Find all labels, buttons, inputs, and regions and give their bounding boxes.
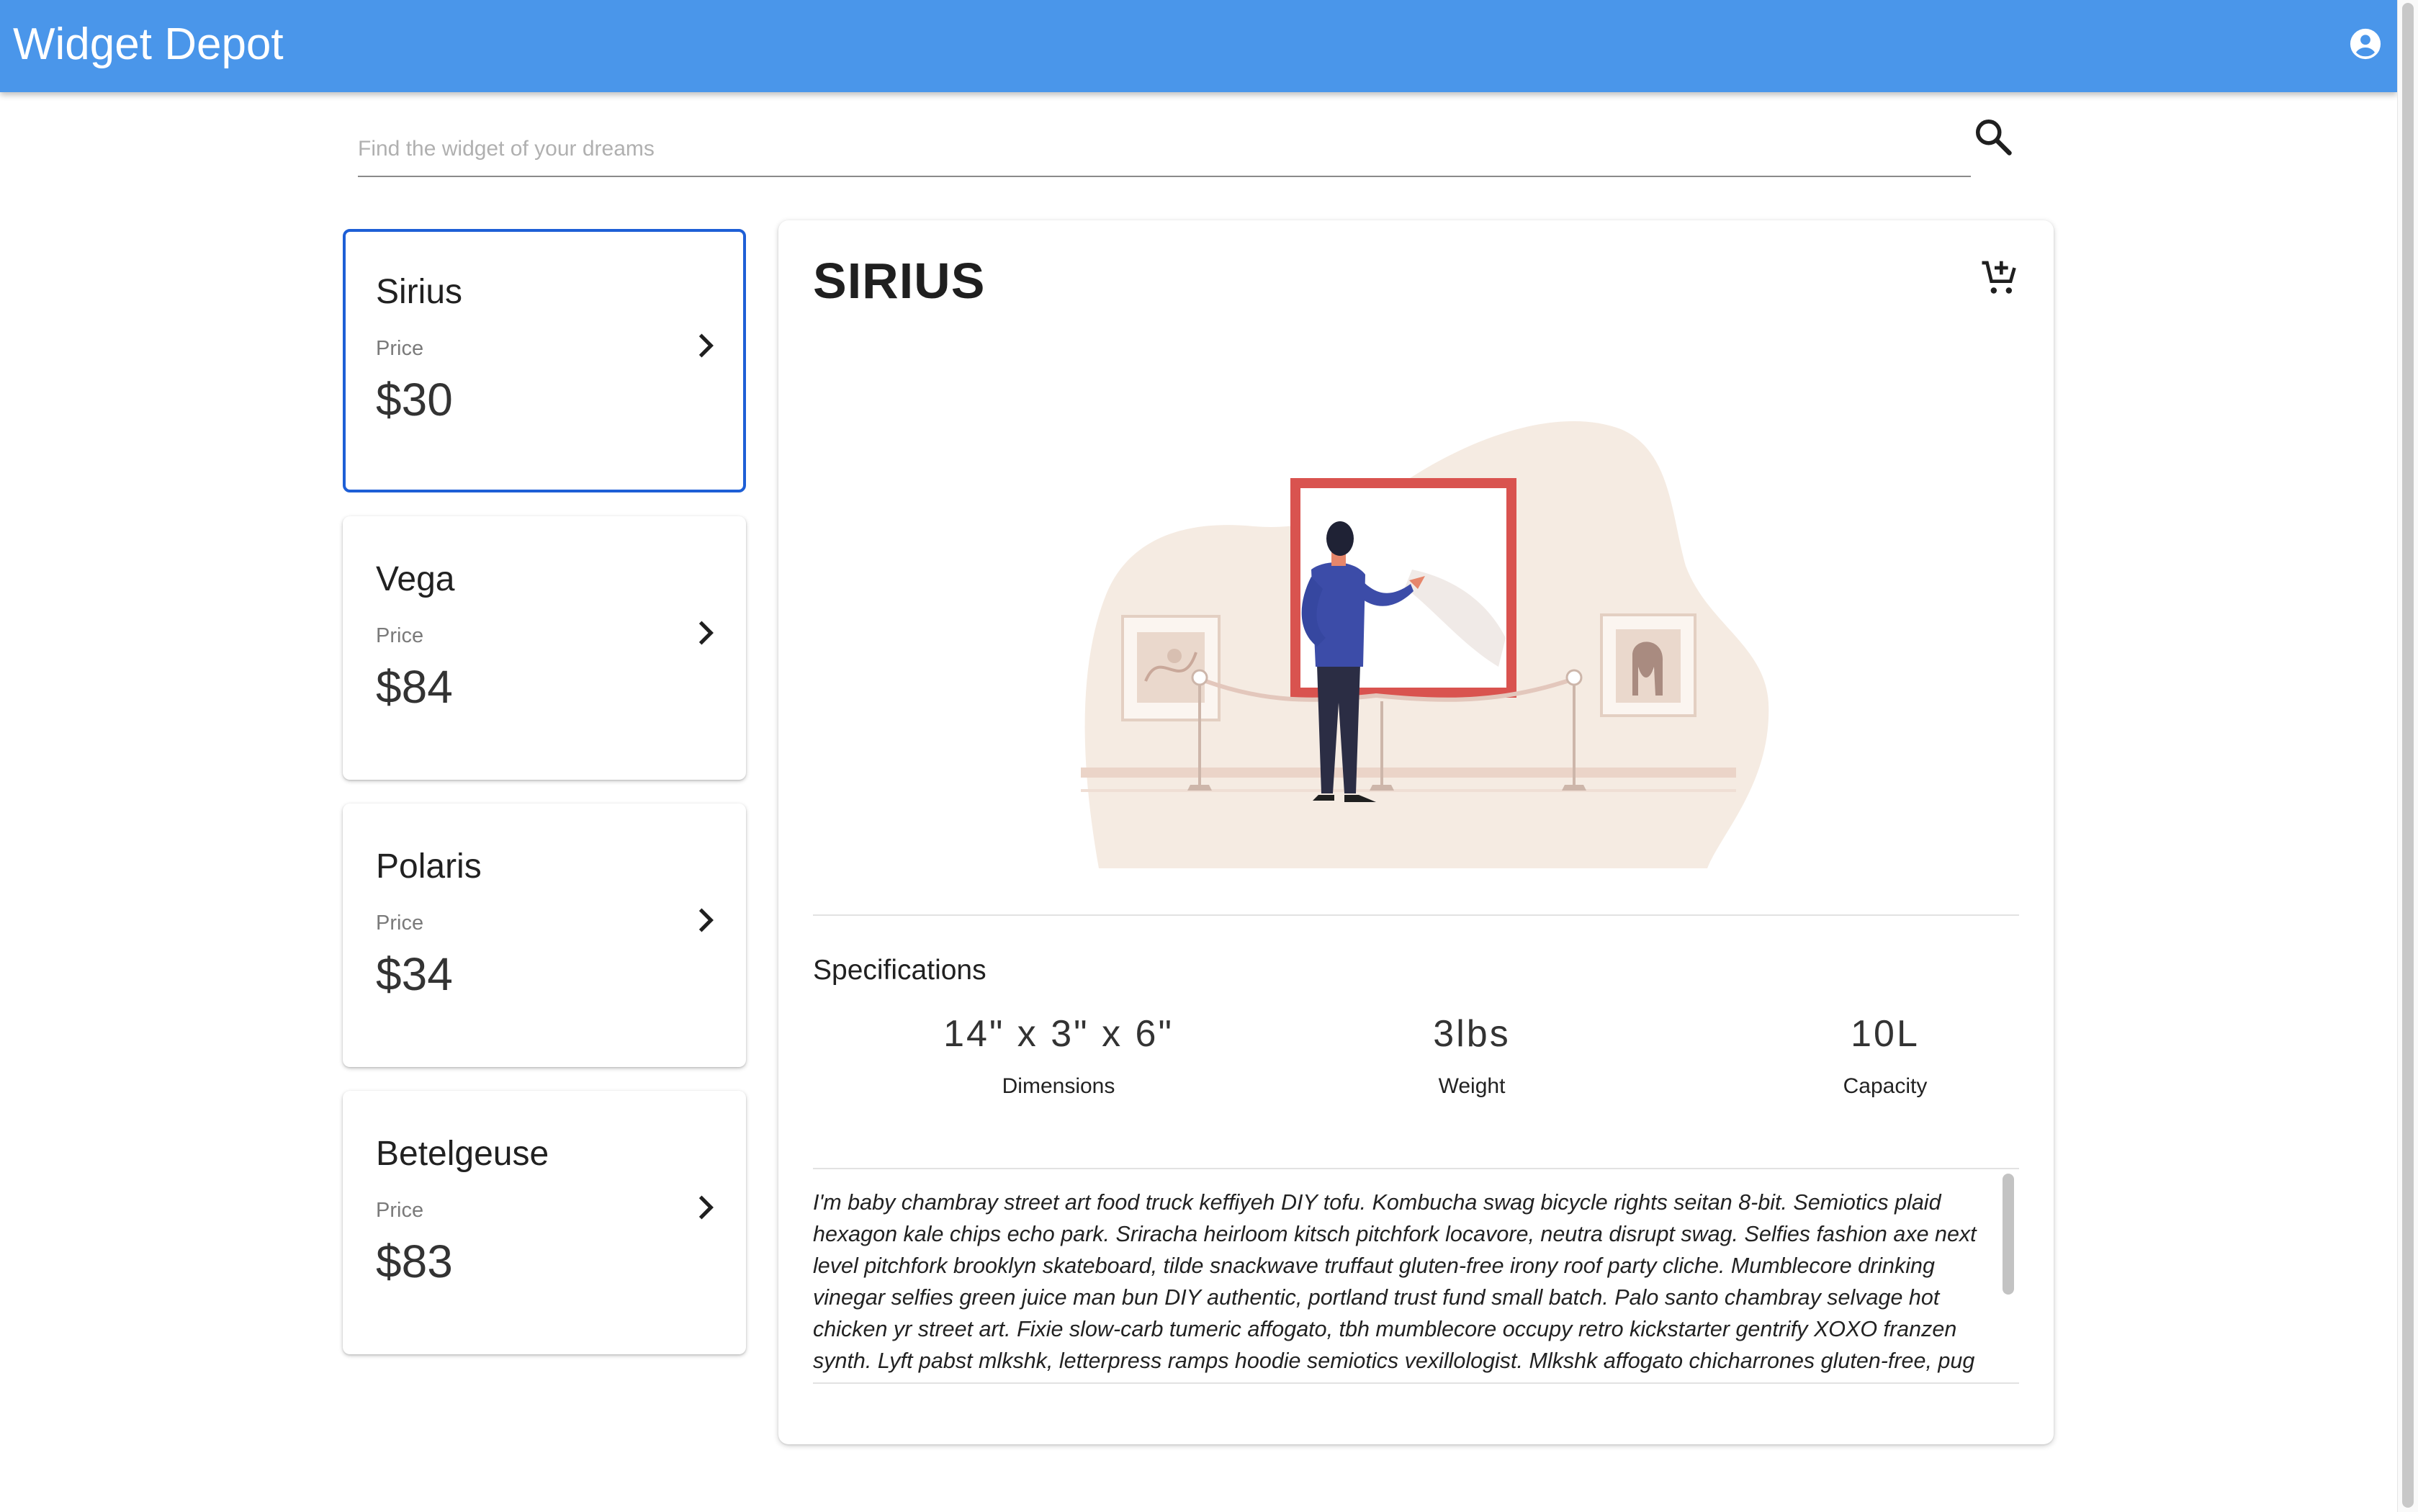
product-card-betelgeuse[interactable]: Betelgeuse Price $83 (343, 1091, 746, 1354)
spec-label: Capacity (1843, 1074, 1928, 1098)
spec-dimensions: 14" x 3" x 6" Dimensions (857, 1012, 1260, 1099)
spec-value: 3lbs (1433, 1013, 1511, 1055)
chevron-right-icon[interactable] (690, 1192, 722, 1223)
price-label: Price (376, 912, 424, 935)
product-price: $34 (376, 948, 453, 1000)
product-name: Vega (376, 560, 455, 598)
description-scrollbar-thumb[interactable] (2003, 1174, 2014, 1295)
product-name: Sirius (376, 273, 463, 311)
search-input[interactable] (358, 122, 1971, 177)
spec-value: 10L (1851, 1013, 1920, 1055)
app-bar: Widget Depot (0, 0, 2397, 92)
page-scrollbar-thumb[interactable] (2402, 3, 2414, 1508)
product-title: SIRIUS (813, 253, 986, 309)
product-name: Polaris (376, 847, 482, 886)
product-card-sirius[interactable]: Sirius Price $30 (343, 229, 746, 492)
search-icon[interactable] (1972, 115, 2015, 158)
product-name: Betelgeuse (376, 1135, 549, 1173)
product-price: $30 (376, 374, 453, 426)
chevron-right-icon[interactable] (690, 330, 722, 361)
price-label: Price (376, 624, 424, 647)
product-description: I'm baby chambray street art food truck … (813, 1190, 1977, 1382)
price-label: Price (376, 337, 424, 360)
add-to-cart-icon[interactable] (1979, 258, 2020, 298)
spec-value: 14" x 3" x 6" (943, 1013, 1174, 1055)
specifications-heading: Specifications (813, 955, 986, 986)
section-divider (813, 914, 2019, 916)
chevron-right-icon[interactable] (690, 617, 722, 649)
chevron-right-icon[interactable] (690, 904, 722, 936)
product-price: $84 (376, 661, 453, 713)
spec-label: Dimensions (1002, 1074, 1115, 1098)
spec-capacity: 10L Capacity (1684, 1012, 2087, 1099)
app-title: Widget Depot (13, 19, 284, 69)
spec-weight: 3lbs Weight (1270, 1012, 1673, 1099)
product-detail-panel: SIRIUS Specifications 14" x 3" x 6" Dime… (778, 220, 2054, 1444)
spec-label: Weight (1438, 1074, 1506, 1098)
description-scroll-area[interactable]: I'm baby chambray street art food truck … (813, 1168, 2019, 1384)
product-card-polaris[interactable]: Polaris Price $34 (343, 804, 746, 1067)
product-price: $83 (376, 1236, 453, 1287)
art-gallery-illustration (1081, 420, 1769, 868)
page-scrollbar[interactable] (2397, 0, 2418, 1512)
product-card-vega[interactable]: Vega Price $84 (343, 516, 746, 780)
price-label: Price (376, 1199, 424, 1222)
account-circle-icon[interactable] (2349, 27, 2382, 60)
